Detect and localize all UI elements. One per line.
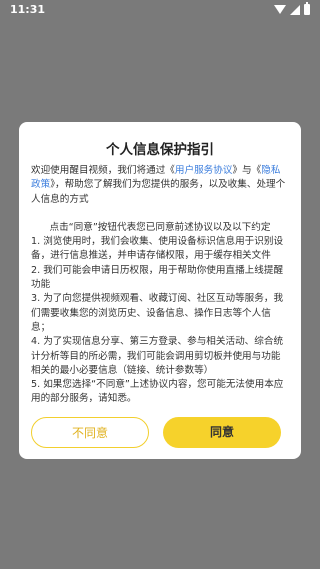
battery-icon: [304, 2, 310, 15]
wifi-icon: [274, 5, 286, 14]
intro-text-3: 》，帮助您了解我们为您提供的服务，以及收集、处理个人信息的方式: [31, 179, 286, 205]
disagree-button[interactable]: 不同意: [31, 417, 149, 448]
intro-paragraph: 欢迎使用醒目视频，我们将通过《用户服务协议》与《隐私政策》，帮助您了解我们为您提…: [31, 164, 289, 207]
terms-item-5: 5. 如果您选择“不同意”上述协议内容，您可能无法使用本应用的部分服务，请知悉。: [31, 379, 284, 405]
terms-item-3: 3. 为了向您提供视频观看、收藏订阅、社区互动等服务，我们需要收集您的浏览历史、…: [31, 293, 284, 333]
agree-button[interactable]: 同意: [163, 417, 281, 448]
privacy-dialog: 个人信息保护指引 欢迎使用醒目视频，我们将通过《用户服务协议》与《隐私政策》，帮…: [19, 122, 301, 459]
terms-item-4: 4. 为了实现信息分享、第三方登录、参与相关活动、综合统计分析等目的所必需，我们…: [31, 336, 284, 376]
intro-text-1: 欢迎使用醒目视频，我们将通过《: [31, 165, 175, 176]
terms-item-1: 1. 浏览使用时，我们会收集、使用设备标识信息用于识别设备，进行信息推送，并申请…: [31, 236, 284, 262]
user-agreement-link[interactable]: 用户服务协议: [175, 165, 233, 176]
dialog-title: 个人信息保护指引: [106, 142, 214, 158]
intro-text-2: 》与《: [232, 165, 262, 176]
terms-item-2: 2. 我们可能会申请日历权限，用于帮助你使用直播上线提醒功能: [31, 264, 284, 291]
status-bar: 11:31: [0, 0, 320, 20]
agreement-note: 点击“同意”按钮代表您已同意前述协议以及以下约定: [49, 221, 271, 233]
signal-icon: [290, 4, 300, 15]
status-time: 11:31: [10, 3, 46, 16]
dialog-body[interactable]: 欢迎使用醒目视频，我们将通过《用户服务协议》与《隐私政策》，帮助您了解我们为您提…: [31, 164, 289, 407]
status-icons: [274, 2, 310, 15]
